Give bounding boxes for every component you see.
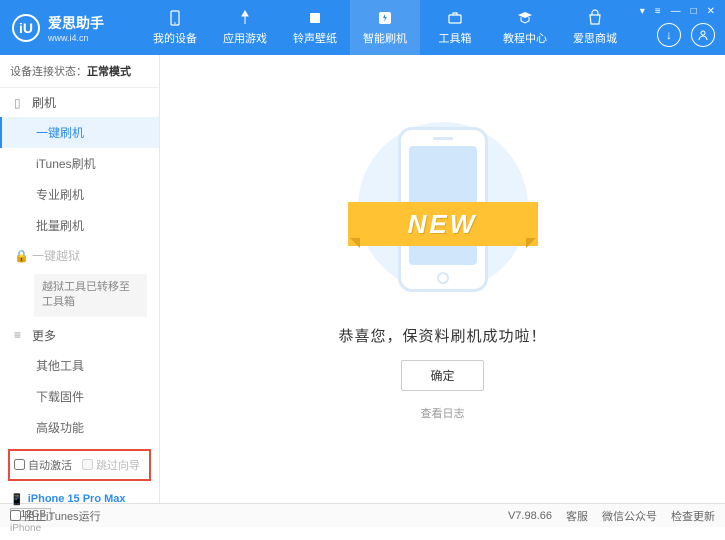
ok-button[interactable]: 确定 bbox=[401, 360, 483, 391]
sidebar-item-batch[interactable]: 批量刷机 bbox=[0, 210, 159, 241]
device-name[interactable]: 📱 iPhone 15 Pro Max bbox=[10, 493, 149, 506]
logo-icon: iU bbox=[12, 14, 40, 42]
user-icon[interactable] bbox=[691, 23, 715, 47]
sidebar: 设备连接状态：正常模式 ▯ 刷机 一键刷机 iTunes刷机 专业刷机 批量刷机… bbox=[0, 55, 160, 503]
update-link[interactable]: 检查更新 bbox=[671, 508, 715, 524]
nav-my-device[interactable]: 我的设备 bbox=[140, 0, 210, 55]
sidebar-item-onekey[interactable]: 一键刷机 bbox=[0, 117, 159, 148]
sidebar-item-download-fw[interactable]: 下载固件 bbox=[0, 381, 159, 412]
nav-tutorial[interactable]: 教程中心 bbox=[490, 0, 560, 55]
wechat-link[interactable]: 微信公众号 bbox=[602, 508, 657, 524]
main-nav: 我的设备 应用游戏 铃声壁纸 智能刷机 工具箱 教程中心 爱思商城 bbox=[140, 0, 630, 55]
ringtone-icon bbox=[306, 9, 324, 27]
activation-options: 自动激活 跳过向导 bbox=[8, 449, 151, 481]
nav-tools[interactable]: 工具箱 bbox=[420, 0, 490, 55]
sidebar-section-flash[interactable]: ▯ 刷机 bbox=[0, 88, 159, 117]
success-message: 恭喜您，保资料刷机成功啦！ bbox=[338, 325, 546, 346]
view-log-link[interactable]: 查看日志 bbox=[421, 405, 465, 421]
nav-apps[interactable]: 应用游戏 bbox=[210, 0, 280, 55]
sidebar-item-pro[interactable]: 专业刷机 bbox=[0, 179, 159, 210]
lock-icon: 🔒 bbox=[14, 249, 26, 263]
menu2-icon[interactable]: ≡ bbox=[653, 4, 663, 19]
app-title: 爱思助手 bbox=[48, 13, 104, 33]
window-controls: ▾ ≡ — □ ✕ bbox=[638, 4, 717, 19]
tools-icon bbox=[446, 9, 464, 27]
close-icon[interactable]: ✕ bbox=[705, 4, 717, 19]
sidebar-item-itunes[interactable]: iTunes刷机 bbox=[0, 148, 159, 179]
jailbreak-note: 越狱工具已转移至工具箱 bbox=[34, 274, 147, 317]
sidebar-item-other-tools[interactable]: 其他工具 bbox=[0, 350, 159, 381]
skip-setup-checkbox[interactable]: 跳过向导 bbox=[82, 457, 140, 473]
app-header: iU 爱思助手 www.i4.cn 我的设备 应用游戏 铃声壁纸 智能刷机 工具… bbox=[0, 0, 725, 55]
main-content: NEW 恭喜您，保资料刷机成功啦！ 确定 查看日志 bbox=[160, 55, 725, 503]
nav-mall[interactable]: 爱思商城 bbox=[560, 0, 630, 55]
new-ribbon: NEW bbox=[348, 202, 538, 246]
connection-status: 设备连接状态：正常模式 bbox=[0, 55, 159, 88]
nav-flash[interactable]: 智能刷机 bbox=[350, 0, 420, 55]
phone-illustration: NEW bbox=[353, 117, 533, 307]
menu-icon[interactable]: ▾ bbox=[638, 4, 647, 19]
app-icon bbox=[236, 9, 254, 27]
auto-activate-checkbox[interactable]: 自动激活 bbox=[14, 457, 72, 473]
app-url: www.i4.cn bbox=[48, 33, 104, 43]
service-link[interactable]: 客服 bbox=[566, 508, 588, 524]
version-label: V7.98.66 bbox=[508, 510, 552, 522]
maximize-icon[interactable]: □ bbox=[689, 4, 699, 19]
block-itunes-checkbox[interactable]: 阻止iTunes运行 bbox=[10, 508, 101, 524]
more-icon: ≡ bbox=[14, 328, 26, 342]
download-icon[interactable]: ↓ bbox=[657, 23, 681, 47]
mall-icon bbox=[586, 9, 604, 27]
minimize-icon[interactable]: — bbox=[669, 4, 683, 19]
nav-ringtone[interactable]: 铃声壁纸 bbox=[280, 0, 350, 55]
sidebar-item-advanced[interactable]: 高级功能 bbox=[0, 412, 159, 443]
logo-area: iU 爱思助手 www.i4.cn bbox=[0, 13, 140, 43]
device-icon bbox=[166, 9, 184, 27]
flash-icon bbox=[376, 9, 394, 27]
phone-icon: 📱 bbox=[10, 493, 24, 506]
sidebar-section-more[interactable]: ≡ 更多 bbox=[0, 321, 159, 350]
sidebar-section-jailbreak: 🔒 一键越狱 bbox=[0, 241, 159, 270]
tutorial-icon bbox=[516, 9, 534, 27]
device-type: iPhone bbox=[10, 523, 149, 534]
flash-section-icon: ▯ bbox=[14, 96, 26, 110]
